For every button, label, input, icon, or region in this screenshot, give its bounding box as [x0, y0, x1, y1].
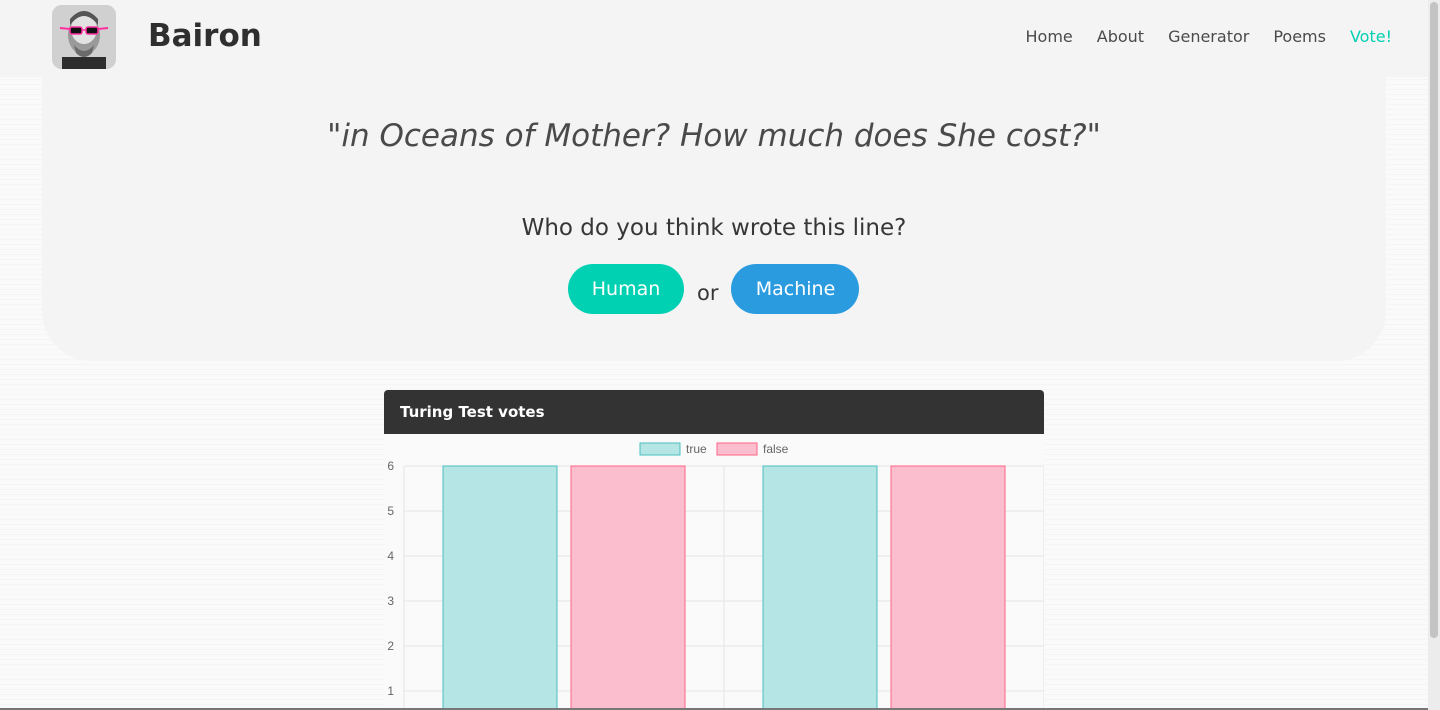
machine-button[interactable]: Machine: [731, 264, 860, 314]
y-tick-label: 2: [387, 639, 394, 653]
y-tick-label: 5: [387, 504, 394, 518]
turing-votes-card: Turing Test votes true false 1 2 3 4 5 6: [384, 390, 1044, 710]
bar-true: [762, 465, 878, 710]
navbar: Bairon Home About Generator Poems Vote!: [0, 0, 1428, 77]
y-tick-label: 6: [387, 459, 394, 473]
vote-question: Who do you think wrote this line?: [521, 215, 907, 241]
human-button[interactable]: Human: [568, 264, 684, 314]
or-label: or: [697, 281, 719, 305]
vote-buttons: Human or Machine: [568, 264, 860, 314]
page: Bairon Home About Generator Poems Vote! …: [0, 0, 1440, 710]
scrollbar-thumb[interactable]: [1430, 2, 1438, 638]
poem-line-quote: "in Oceans of Mother? How much does She …: [327, 118, 1101, 154]
logo-shakespeare-icon[interactable]: [52, 5, 116, 69]
nav-link-about[interactable]: About: [1097, 27, 1144, 46]
brand-name[interactable]: Bairon: [148, 18, 262, 54]
bar-false: [890, 465, 1006, 710]
vote-hero: "in Oceans of Mother? How much does She …: [42, 70, 1386, 361]
bar-true: [442, 465, 558, 710]
y-tick-label: 4: [387, 549, 394, 563]
legend-swatch-false: [716, 442, 758, 456]
legend-label-false: false: [763, 442, 789, 456]
card-title: Turing Test votes: [384, 390, 1044, 434]
legend-swatch-true: [639, 442, 681, 456]
y-tick-label: 3: [387, 594, 394, 608]
nav-link-poems[interactable]: Poems: [1273, 27, 1326, 46]
y-tick-label: 1: [387, 684, 394, 698]
nav-link-home[interactable]: Home: [1026, 27, 1073, 46]
nav-link-generator[interactable]: Generator: [1168, 27, 1249, 46]
page-scrollbar[interactable]: [1428, 0, 1440, 710]
nav-link-vote[interactable]: Vote!: [1350, 27, 1392, 46]
legend-label-true: true: [686, 442, 707, 456]
votes-bar-chart: true false 1 2 3 4 5 6: [387, 442, 1044, 710]
bar-false: [570, 465, 686, 710]
nav-links: Home About Generator Poems Vote!: [1026, 27, 1392, 46]
